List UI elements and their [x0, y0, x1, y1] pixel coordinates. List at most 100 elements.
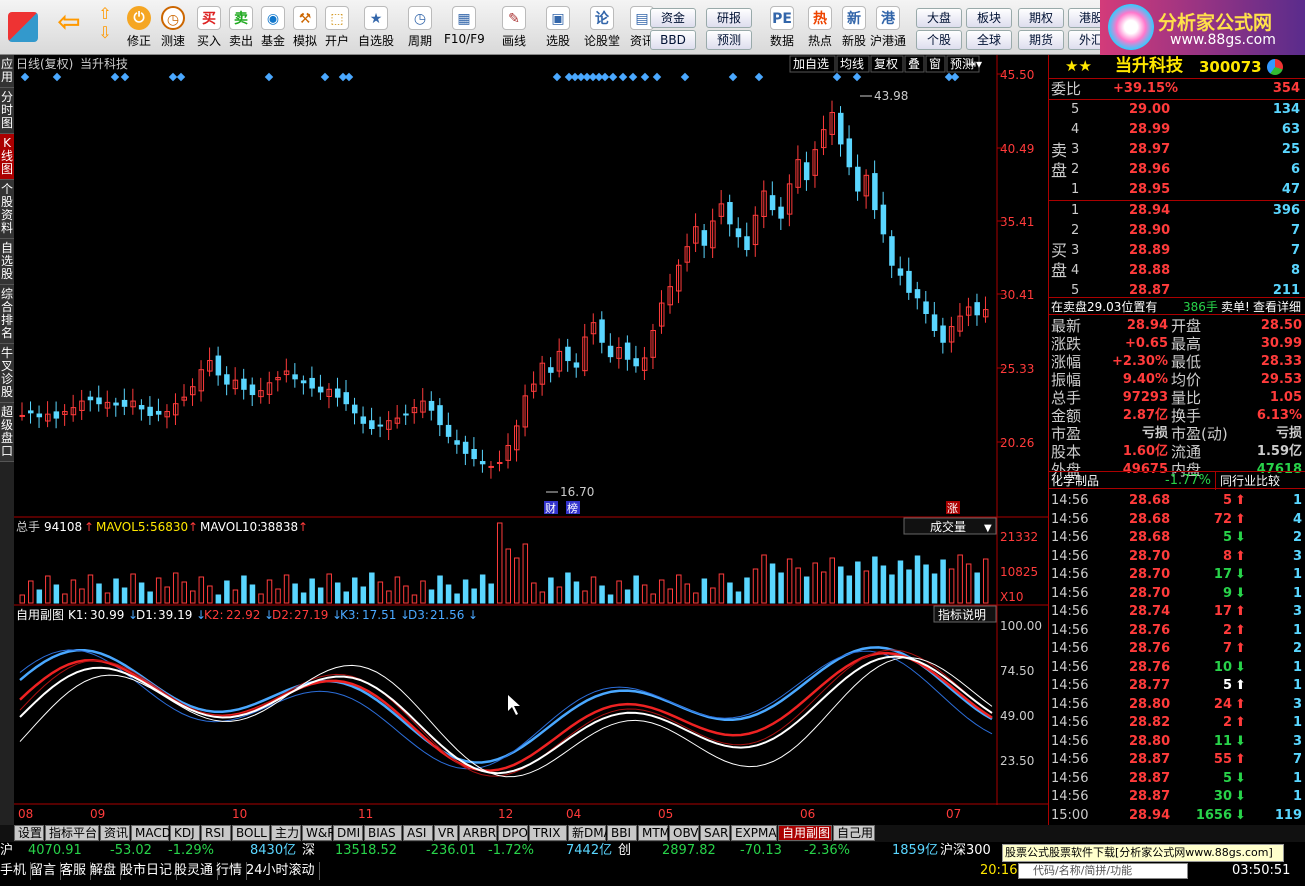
toolbar-button-6[interactable]: ◷ 周期	[400, 4, 440, 52]
indicator-tab-21[interactable]: EXPMA	[731, 825, 777, 841]
status-link-7[interactable]: 24小时滚动	[246, 862, 320, 880]
toolbar-small-button[interactable]: 期权	[1018, 8, 1064, 28]
status-link-4[interactable]: 股市日记	[120, 862, 178, 880]
candle[interactable]	[352, 404, 358, 414]
indicator-tab-12[interactable]: VR	[434, 825, 458, 841]
candle[interactable]	[803, 162, 810, 181]
candle[interactable]	[548, 367, 554, 373]
toolbar-button-5[interactable]: ★ 自选股	[356, 4, 396, 52]
candle[interactable]	[53, 411, 60, 419]
candle[interactable]	[96, 397, 102, 405]
candle[interactable]	[479, 461, 486, 465]
indicator-tab-2[interactable]: 资讯	[100, 825, 130, 841]
candle[interactable]	[215, 355, 222, 376]
candle[interactable]	[224, 374, 230, 385]
buy-price[interactable]: 28.88	[1129, 262, 1170, 280]
candle[interactable]	[889, 236, 895, 266]
toolbar-small-button[interactable]: 期货	[1018, 30, 1064, 50]
candle[interactable]	[428, 400, 435, 411]
candle[interactable]	[138, 405, 145, 410]
candle[interactable]	[880, 204, 887, 235]
toolbar-small-button[interactable]: 个股	[916, 30, 962, 50]
candle[interactable]	[445, 424, 452, 437]
candle[interactable]	[454, 440, 460, 445]
candle[interactable]	[906, 270, 912, 293]
indicator-tab-22[interactable]: 自用副图	[778, 825, 832, 841]
event-marker[interactable]	[728, 72, 738, 82]
candle[interactable]	[974, 302, 980, 316]
sell-price[interactable]: 28.97	[1129, 141, 1170, 159]
toolbar-button-0[interactable]: 买买入	[194, 4, 224, 52]
indicator-tab-7[interactable]: 主力	[271, 825, 301, 841]
event-marker[interactable]	[652, 72, 662, 82]
left-tab-3[interactable]: 个股资料	[0, 180, 14, 239]
toolbar-small-button[interactable]: 板块	[966, 8, 1012, 28]
status-link-5[interactable]: 股灵通	[174, 862, 219, 880]
event-marker[interactable]	[120, 72, 130, 82]
event-marker[interactable]	[20, 72, 30, 82]
candle[interactable]	[923, 301, 929, 315]
candle[interactable]	[931, 314, 938, 331]
candle[interactable]	[727, 202, 733, 225]
toolbar-small-button[interactable]: 大盘	[916, 8, 962, 28]
indicator-tab-16[interactable]: 新DMA	[568, 825, 612, 841]
event-marker[interactable]	[344, 72, 354, 82]
buy-price[interactable]: 28.89	[1129, 242, 1170, 260]
toolbar-button-15[interactable]: 港沪港通	[868, 4, 908, 52]
indicator-tab-11[interactable]: ASI	[403, 825, 433, 841]
indicator-tab-6[interactable]: BOLL	[232, 825, 270, 841]
toolbar-small-button[interactable]: 预测	[706, 30, 752, 50]
event-marker[interactable]	[950, 72, 960, 82]
pie-icon[interactable]	[1267, 59, 1283, 75]
left-tab-1[interactable]: 分时图	[0, 88, 14, 134]
candle[interactable]	[343, 392, 349, 405]
indicator-tab-1[interactable]: 指标平台	[45, 825, 99, 841]
candle[interactable]	[624, 342, 631, 360]
toolbar-button-10[interactable]: 论论股堂	[582, 4, 622, 52]
event-marker[interactable]	[168, 72, 178, 82]
candle[interactable]	[462, 441, 469, 454]
candle[interactable]	[744, 236, 750, 251]
toolbar-button-1[interactable]: 卖卖出	[226, 4, 256, 52]
event-marker[interactable]	[52, 72, 62, 82]
indicator-tab-4[interactable]: KDJ	[170, 825, 200, 841]
candle[interactable]	[778, 206, 784, 219]
candle[interactable]	[249, 384, 256, 396]
toolbar-small-button[interactable]: 研报	[706, 8, 752, 28]
candle[interactable]	[28, 410, 34, 414]
status-link-3[interactable]: 解盘	[90, 862, 122, 880]
candle[interactable]	[838, 112, 844, 145]
indicator-tab-20[interactable]: SAR	[700, 825, 730, 841]
candle[interactable]	[488, 465, 494, 468]
candle[interactable]	[317, 386, 324, 393]
toolbar-button-7[interactable]: ▦ F10/F9	[444, 4, 485, 52]
buy-price[interactable]: 28.94	[1129, 202, 1170, 220]
event-marker[interactable]	[600, 72, 610, 82]
toolbar-small-button[interactable]: 资金	[650, 8, 696, 28]
candle[interactable]	[872, 173, 878, 211]
status-link-0[interactable]: 手机	[0, 862, 32, 880]
event-marker[interactable]	[264, 72, 274, 82]
indicator-tab-17[interactable]: BBI	[607, 825, 637, 841]
sell-price[interactable]: 28.96	[1129, 161, 1170, 179]
indicator-tab-14[interactable]: DPO	[498, 825, 528, 841]
indicator-tab-9[interactable]: DMI	[333, 825, 363, 841]
left-tab-5[interactable]: 综合排名	[0, 285, 14, 344]
indicator-tab-15[interactable]: TRIX	[529, 825, 567, 841]
candle[interactable]	[334, 388, 341, 398]
candle[interactable]	[855, 166, 861, 192]
sell-price[interactable]: 28.99	[1129, 121, 1170, 139]
candle[interactable]	[369, 420, 375, 430]
candle[interactable]	[300, 380, 307, 384]
event-marker[interactable]	[552, 72, 562, 82]
industry-compare-button[interactable]: 同行业比较	[1215, 472, 1280, 490]
candle[interactable]	[292, 374, 298, 380]
notice-link[interactable]: 查看详细	[1253, 298, 1301, 316]
ad-banner[interactable]: 股票公式股票软件下载[分析家公式网www.88gs.com]	[1002, 844, 1284, 862]
indicator-tab-8[interactable]: W&R	[302, 825, 336, 841]
speedtest-button[interactable]: ◷ 测速	[156, 4, 190, 52]
candle[interactable]	[940, 325, 946, 343]
candle[interactable]	[309, 377, 315, 389]
candle[interactable]	[633, 358, 639, 367]
event-marker[interactable]	[628, 72, 638, 82]
